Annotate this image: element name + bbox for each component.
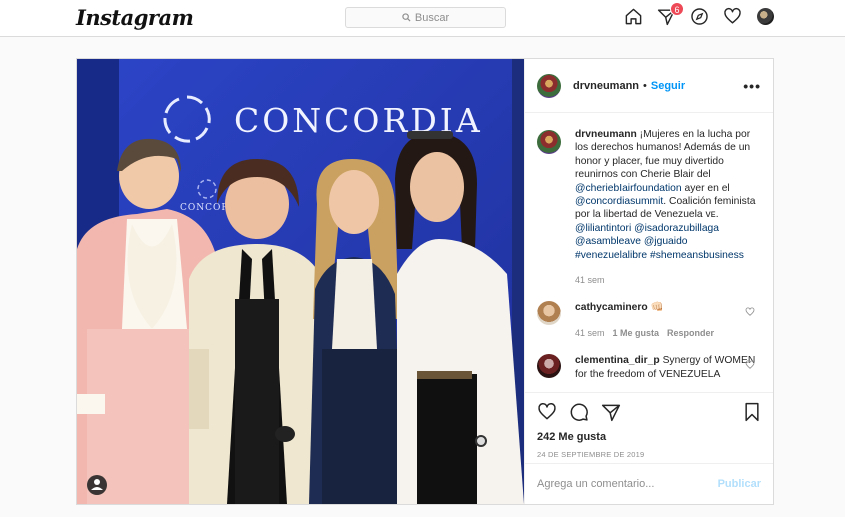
- mention-link[interactable]: @isadorazubillaga: [634, 223, 719, 234]
- post-header: drvneumann • Seguir •••: [525, 59, 773, 113]
- post-photo[interactable]: CONCORDIA CONCORDIA: [77, 59, 524, 504]
- comment-time[interactable]: 41 sem: [575, 328, 605, 338]
- caption-username[interactable]: drvneumann: [575, 129, 637, 140]
- more-options-button[interactable]: •••: [743, 78, 761, 94]
- post-actions: 242 Me gusta 24 DE SEPTIEMBRE DE 2019: [525, 392, 773, 462]
- comment-input[interactable]: Agrega un comentario...: [537, 478, 654, 490]
- follow-button[interactable]: Seguir: [651, 80, 685, 92]
- add-comment-bar: Agrega un comentario... Publicar: [525, 463, 773, 504]
- action-buttons-row: [537, 399, 761, 425]
- likes-count[interactable]: 242 Me gusta: [537, 431, 761, 443]
- bookmark-icon[interactable]: [743, 402, 761, 422]
- post-card: CONCORDIA CONCORDIA drvneumann • Seguir …: [76, 58, 774, 505]
- caption-meta: 41 sem: [575, 274, 760, 287]
- person-3: [309, 159, 402, 504]
- reply-button[interactable]: Responder: [667, 328, 714, 338]
- comment-meta: 41 sem 1 Me gusta Responder: [575, 327, 760, 340]
- like-comment-heart-icon[interactable]: [745, 360, 755, 370]
- like-heart-icon[interactable]: [537, 402, 557, 422]
- share-paper-plane-icon[interactable]: [601, 402, 621, 422]
- author-avatar[interactable]: [537, 73, 561, 98]
- post-date[interactable]: 24 DE SEPTIEMBRE DE 2019: [537, 450, 761, 459]
- mention-link[interactable]: @liliantintori: [575, 223, 631, 234]
- commenter-avatar[interactable]: [537, 354, 561, 379]
- comment-item: cathycaminero 👊🏻 41 sem 1 Me gusta Respond…: [537, 301, 761, 340]
- profile-avatar[interactable]: [756, 7, 775, 26]
- comment-text: 👊🏻: [647, 302, 664, 314]
- post-sidebar: drvneumann • Seguir ••• drvneumann ¡Muje…: [524, 59, 773, 504]
- comment-bubble-icon[interactable]: [569, 402, 589, 422]
- comment-body: cathycaminero 👊🏻 41 sem 1 Me gusta Respond…: [575, 301, 760, 340]
- like-comment-heart-icon[interactable]: [745, 307, 755, 317]
- search-placeholder: Buscar: [414, 11, 450, 24]
- hashtag-link[interactable]: #shemeansbusiness: [650, 250, 744, 261]
- commenter-avatar[interactable]: [537, 301, 561, 326]
- commenter-username[interactable]: clementina_dir_p: [575, 355, 660, 366]
- comment-body: clementina_dir_p Synergy of WOMEN for th…: [575, 354, 760, 381]
- mention-link[interactable]: @cheriebIairfoundation: [575, 183, 682, 194]
- comment-item: clementina_dir_p Synergy of WOMEN for th…: [537, 354, 761, 381]
- mention-link[interactable]: @jguaido: [644, 236, 688, 247]
- activity-heart-icon[interactable]: [723, 7, 742, 26]
- caption-time[interactable]: 41 sem: [575, 275, 605, 285]
- nav-icons: 6: [624, 2, 775, 26]
- tagged-user-icon[interactable]: [87, 475, 107, 495]
- top-navbar: Instagram Buscar 6: [0, 0, 845, 37]
- mention-link[interactable]: @asambleave: [575, 236, 641, 247]
- comments-list[interactable]: drvneumann ¡Mujeres en la lucha por los …: [525, 114, 773, 392]
- caption-avatar[interactable]: [537, 130, 561, 154]
- publish-button[interactable]: Publicar: [718, 478, 761, 490]
- instagram-logo[interactable]: Instagram: [76, 5, 194, 30]
- explore-icon[interactable]: [690, 7, 709, 26]
- commenter-username[interactable]: cathycaminero: [575, 302, 648, 313]
- search-icon: [402, 13, 411, 22]
- mention-link[interactable]: @concordiasummit: [575, 196, 663, 207]
- author-username[interactable]: drvneumann: [573, 80, 639, 92]
- direct-icon[interactable]: 6: [657, 2, 684, 26]
- notification-badge: 6: [670, 2, 684, 16]
- caption: drvneumann ¡Mujeres en la lucha por los …: [537, 128, 761, 287]
- caption-text: ayer en el: [681, 182, 730, 194]
- home-icon[interactable]: [624, 7, 643, 26]
- search-input[interactable]: Buscar: [345, 7, 506, 28]
- caption-body: drvneumann ¡Mujeres en la lucha por los …: [575, 128, 760, 287]
- hashtag-link[interactable]: #venezuelalibre: [575, 250, 647, 261]
- separator-dot: •: [643, 79, 647, 92]
- comment-likes[interactable]: 1 Me gusta: [613, 328, 660, 338]
